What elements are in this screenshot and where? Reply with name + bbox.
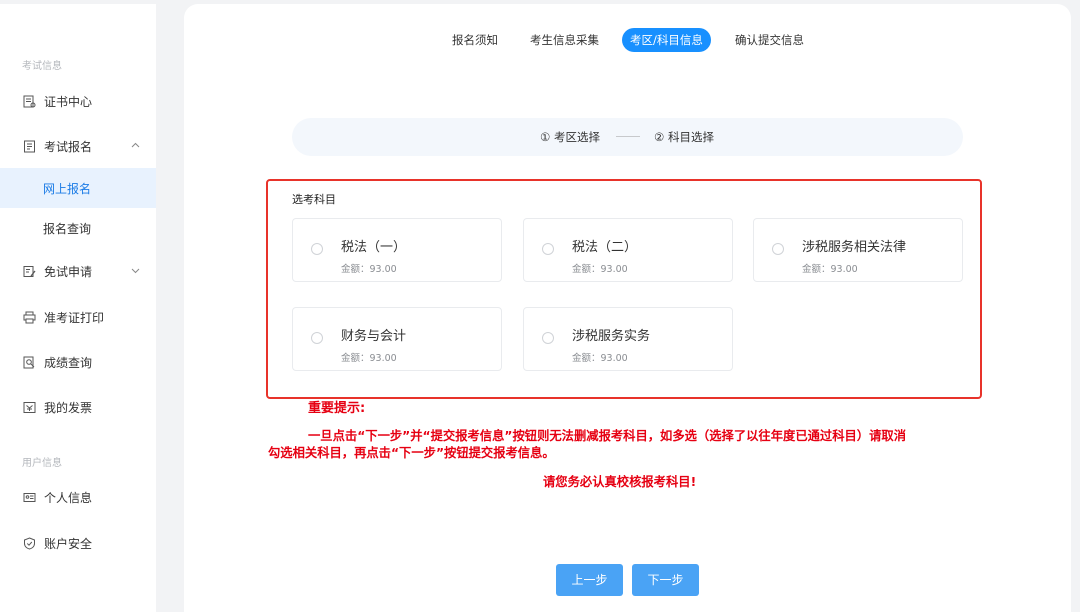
subject-name: 税法（二）	[572, 240, 638, 255]
section-label-exam: 考试信息	[22, 61, 62, 72]
subject-card[interactable]: 税法（一） 金额：93.00	[292, 218, 502, 282]
sidebar-item-registration[interactable]: 考试报名	[0, 127, 156, 165]
sidebar-item-label: 账户安全	[44, 536, 93, 551]
notice-line-2: 勾选相关科目，再点击“下一步”按钮提交报考信息。	[268, 446, 555, 460]
subject-radio[interactable]	[311, 243, 323, 255]
sidebar-item-label: 准考证打印	[44, 310, 105, 325]
sidebar-item-label: 我的发票	[44, 400, 93, 415]
search-document-icon	[23, 356, 36, 369]
invoice-icon	[23, 401, 36, 414]
tab-candidate-info[interactable]: 考生信息采集	[530, 28, 599, 52]
sidebar-item-account-security[interactable]: 账户安全	[0, 524, 156, 562]
subject-name: 财务与会计	[341, 329, 407, 344]
step-subject-selection: ② 科目选择	[654, 130, 714, 144]
subject-card[interactable]: 税法（二） 金额：93.00	[523, 218, 733, 282]
sidebar-item-admission-print[interactable]: 准考证打印	[0, 298, 156, 336]
subject-radio[interactable]	[311, 332, 323, 344]
sidebar-item-label: 免试申请	[44, 264, 93, 279]
subject-card[interactable]: 涉税服务相关法律 金额：93.00	[753, 218, 963, 282]
notice-title: 重要提示:	[308, 401, 366, 416]
sidebar-item-exemption[interactable]: 免试申请	[0, 252, 156, 290]
document-icon	[23, 140, 36, 153]
notice-line-1: 一旦点击“下一步”并“提交报考信息”按钮则无法删减报考科目，如多选（选择了以往年…	[308, 429, 906, 443]
sidebar-item-registration-query[interactable]: 报名查询	[0, 208, 156, 248]
sidebar-item-label: 成绩查询	[44, 355, 93, 370]
sidebar-item-certificate[interactable]: 证书中心	[0, 82, 156, 120]
section-label-user: 用户信息	[22, 458, 62, 469]
subject-amount: 金额：93.00	[341, 353, 397, 364]
tab-registration-notice[interactable]: 报名须知	[452, 28, 498, 52]
prev-step-button[interactable]: 上一步	[556, 564, 623, 596]
sidebar-item-personal-info[interactable]: 个人信息	[0, 478, 156, 516]
subject-card[interactable]: 涉税服务实务 金额：93.00	[523, 307, 733, 371]
subject-amount: 金额：93.00	[572, 264, 628, 275]
sidebar-item-online-registration[interactable]: 网上报名	[0, 168, 156, 208]
subject-radio[interactable]	[772, 243, 784, 255]
sidebar-item-label: 个人信息	[44, 490, 93, 505]
next-step-button[interactable]: 下一步	[632, 564, 699, 596]
tab-confirm-submit[interactable]: 确认提交信息	[735, 28, 804, 52]
subject-amount: 金额：93.00	[802, 264, 858, 275]
subject-radio[interactable]	[542, 243, 554, 255]
tab-area-subject-info[interactable]: 考区/科目信息	[622, 28, 711, 52]
sidebar-item-label: 考试报名	[44, 139, 93, 154]
step-tabs: 报名须知 考生信息采集 考区/科目信息 确认提交信息	[184, 28, 1071, 52]
sidebar-item-invoice[interactable]: 我的发票	[0, 388, 156, 426]
printer-icon	[23, 311, 36, 324]
step-connector	[616, 136, 640, 137]
notice-emphasis: 请您务必认真校核报考科目!	[543, 475, 697, 489]
subject-name: 涉税服务相关法律	[802, 240, 907, 255]
certificate-icon	[23, 95, 36, 108]
sidebar-item-score-query[interactable]: 成绩查询	[0, 343, 156, 381]
step-area-selection: ① 考区选择	[540, 130, 600, 144]
sidebar: 考试信息 证书中心 考试报名 网上报名 报名查询 免试申请 准考证打印 成绩查询	[0, 4, 156, 612]
subject-amount: 金额：93.00	[572, 353, 628, 364]
subject-name: 税法（一）	[341, 240, 407, 255]
subject-card[interactable]: 财务与会计 金额：93.00	[292, 307, 502, 371]
subject-amount: 金额：93.00	[341, 264, 397, 275]
sub-step-bar: ① 考区选择 ② 科目选择	[292, 118, 963, 156]
subjects-section-title: 选考科目	[292, 193, 336, 206]
chevron-down-icon	[131, 268, 140, 274]
subject-name: 涉税服务实务	[572, 329, 651, 344]
sidebar-item-label: 证书中心	[44, 94, 93, 109]
edit-document-icon	[23, 265, 36, 278]
id-card-icon	[23, 491, 36, 504]
subject-radio[interactable]	[542, 332, 554, 344]
main-panel: 报名须知 考生信息采集 考区/科目信息 确认提交信息 ① 考区选择 ② 科目选择…	[184, 4, 1071, 612]
shield-icon	[23, 536, 36, 550]
chevron-up-icon	[131, 142, 140, 148]
